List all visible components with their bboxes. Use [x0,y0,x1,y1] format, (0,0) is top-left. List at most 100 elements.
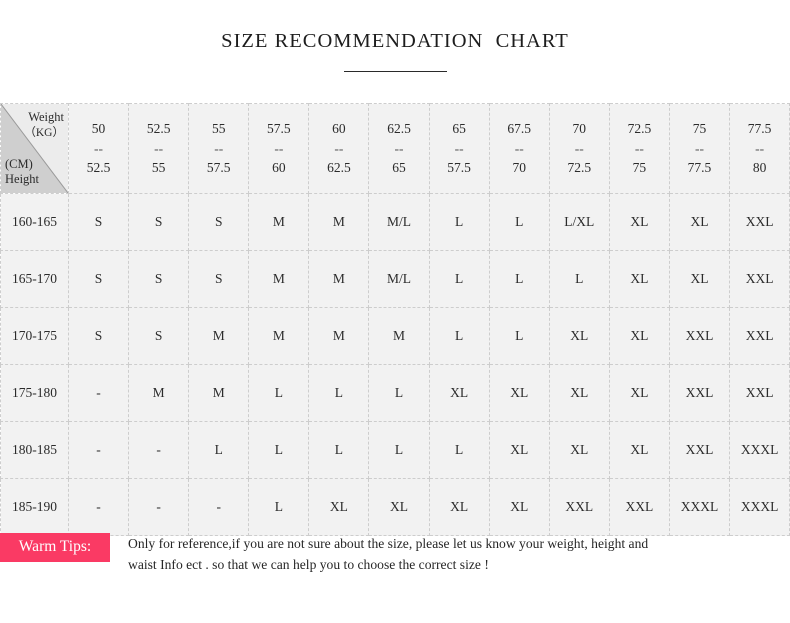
size-cell: L [488,193,550,251]
warm-tips-text: Only for reference,if you are not sure a… [128,533,648,575]
size-cell: XL [608,307,670,365]
size-table-container: Weight （KG） (CM) Height 50 -- 52.5 52.5 -- 55… [0,103,790,536]
size-chart-page: SIZE RECOMMENDATION CHART Weight （KG） (C… [0,0,790,623]
title-block: SIZE RECOMMENDATION CHART [0,0,790,72]
weight-range-separator: -- [274,140,284,156]
size-cell: L [308,421,370,479]
weight-range-from: 60 [332,121,346,137]
size-cell: XXL [668,307,731,365]
size-cell: XXL [608,478,670,536]
size-cell: L [188,421,250,479]
weight-range-from: 70 [572,121,587,137]
table-row: 160-165 S S S M M M/L L L L/XL XL XL XXL [0,193,790,251]
size-cell: XXL [729,307,790,365]
height-range-header: 180-185 [0,421,69,479]
size-cell: - [128,421,190,479]
weight-range-separator: -- [154,140,164,156]
height-range-header: 165-170 [0,250,69,308]
size-recommendation-table: Weight （KG） (CM) Height 50 -- 52.5 52.5 -- 55… [0,103,790,536]
size-cell: - [128,478,190,536]
size-cell: - [67,364,130,422]
size-cell: XXL [729,193,790,251]
size-cell: L [248,478,310,536]
weight-range-header: 62.5 -- 65 [368,103,430,194]
size-cell: XXXL [729,421,790,479]
size-cell: L [488,250,550,308]
weight-range-separator: -- [634,140,644,156]
weight-range-header: 67.5 -- 70 [488,103,550,194]
weight-range-header: 70 -- 72.5 [548,103,610,194]
size-cell: M [128,364,190,422]
size-cell: XL [668,250,731,308]
table-row: 170-175 S S M M M M L L XL XL XXL XXL [0,307,790,365]
size-cell: XL [608,364,670,422]
height-range-header: 160-165 [0,193,69,251]
size-cell: S [67,250,130,308]
size-cell: - [188,478,250,536]
size-cell: L [548,250,610,308]
size-cell: XL [368,478,430,536]
table-body: 160-165 S S S M M M/L L L L/XL XL XL XXL 165-170 S S S M M… [0,193,790,536]
size-cell: L [428,421,490,479]
size-cell: XL [488,421,550,479]
size-cell: S [128,250,190,308]
weight-range-separator: -- [694,140,704,156]
size-cell: XL [428,478,490,536]
weight-range-separator: -- [514,140,524,156]
size-cell: XL [548,307,610,365]
warm-tips-badge: Warm Tips: [0,533,110,562]
weight-range-to: 65 [392,160,406,176]
size-cell: L [428,250,490,308]
size-cell: M [308,250,370,308]
size-cell: M [188,364,250,422]
weight-range-from: 57.5 [267,121,291,137]
weight-range-to: 72.5 [567,160,592,176]
weight-range-to: 70 [512,160,526,176]
size-cell: XL [428,364,490,422]
weight-range-header: 60 -- 62.5 [308,103,370,194]
warm-tips-line-2: waist Info ect . so that we can help you… [128,557,489,573]
weight-range-header: 75 -- 77.5 [668,103,731,194]
weight-range-to: 80 [752,160,767,176]
weight-range-header: 57.5 -- 60 [248,103,310,194]
size-cell: XL [668,193,731,251]
weight-range-to: 62.5 [327,160,351,176]
warm-tips-section: Warm Tips: Only for reference,if you are… [0,533,790,575]
weight-range-separator: -- [394,140,404,156]
table-header: Weight （KG） (CM) Height 50 -- 52.5 52.5 -- 55… [0,103,790,194]
size-cell: XXL [668,364,731,422]
weight-range-separator: -- [214,140,224,156]
corner-weight-line1: Weight [28,110,64,124]
weight-range-to: 75 [632,160,647,176]
weight-range-from: 77.5 [747,121,772,137]
table-row: 175-180- M M L L L XL XL XL XL XXL XXL [0,364,790,422]
weight-range-from: 62.5 [387,121,411,137]
weight-range-header: 50 -- 52.5 [67,103,130,194]
corner-weight-label: Weight （KG） [24,110,64,140]
size-cell: XL [548,421,610,479]
weight-range-from: 67.5 [507,121,532,137]
size-cell: M [188,307,250,365]
weight-range-separator: -- [334,140,344,156]
size-cell: XL [548,364,610,422]
size-cell: M [248,250,310,308]
size-cell: XL [308,478,370,536]
weight-range-separator: -- [454,140,464,156]
weight-range-header: 55 -- 57.5 [188,103,250,194]
size-cell: S [67,193,130,251]
size-cell: M [368,307,430,365]
height-range-header: 185-190 [0,478,69,536]
weight-range-to: 55 [151,160,166,176]
size-cell: XXXL [729,478,790,536]
size-cell: XL [488,364,550,422]
size-cell: S [67,307,130,365]
page-title: SIZE RECOMMENDATION CHART [221,30,569,52]
weight-range-from: 72.5 [627,121,652,137]
height-range-header: 170-175 [0,307,69,365]
size-cell: - [67,421,130,479]
weight-range-header: 65 -- 57.5 [428,103,490,194]
size-cell: XXL [729,364,790,422]
size-cell: S [128,307,190,365]
weight-range-to: 77.5 [687,160,712,176]
size-cell: S [188,250,250,308]
